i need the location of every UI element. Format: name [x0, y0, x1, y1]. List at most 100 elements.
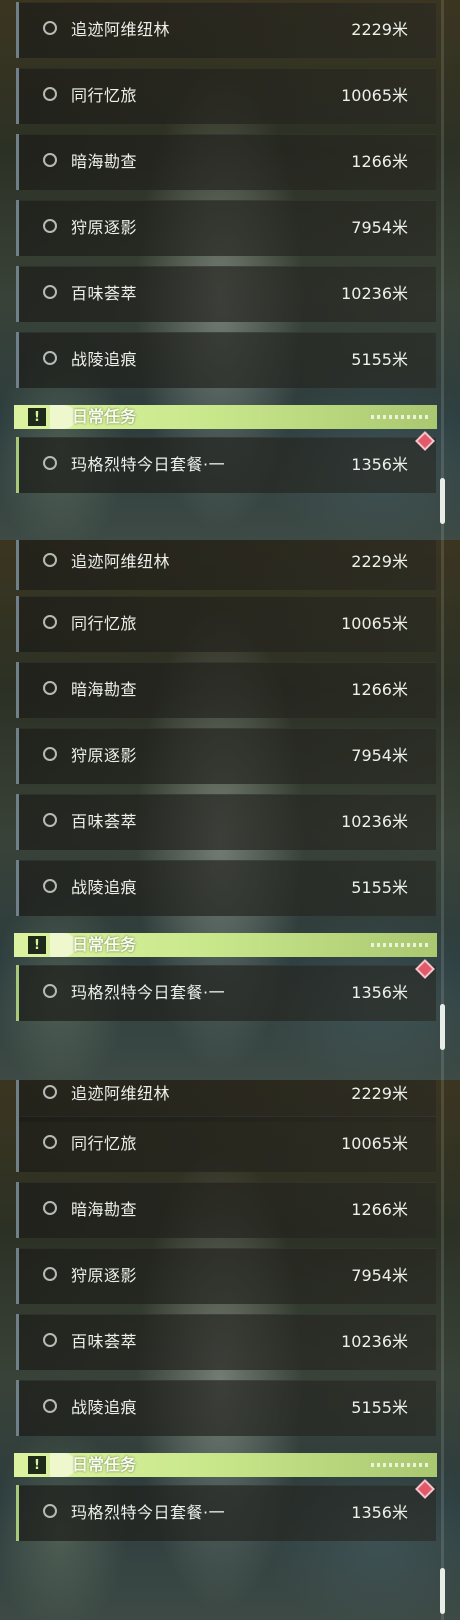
- quest-distance: 1356米: [351, 455, 408, 474]
- quest-distance: 2229米: [351, 20, 408, 39]
- daily-quests-title: 日常任务: [72, 1455, 137, 1474]
- quest-row[interactable]: 百味荟萃 10236米: [16, 266, 436, 322]
- radio-circle-icon[interactable]: [43, 21, 57, 35]
- quest-distance: 7954米: [351, 218, 408, 237]
- quest-row[interactable]: 狩原逐影 7954米: [16, 728, 436, 784]
- daily-quests-header[interactable]: ! 日常任务: [14, 933, 437, 957]
- quest-distance: 10065米: [341, 86, 408, 105]
- quest-row[interactable]: 狩原逐影 7954米: [16, 200, 436, 256]
- header-stripe-decoration: [371, 1463, 431, 1467]
- quest-name: 玛格烈特今日套餐·一: [71, 1503, 226, 1522]
- scrollbar-track[interactable]: [441, 540, 444, 1080]
- radio-circle-icon[interactable]: [43, 984, 57, 998]
- daily-quest-row[interactable]: 玛格烈特今日套餐·一 1356米: [16, 1479, 436, 1541]
- scrollbar-thumb[interactable]: [440, 1568, 445, 1614]
- radio-circle-icon[interactable]: [43, 456, 57, 470]
- radio-circle-icon[interactable]: [43, 813, 57, 827]
- daily-quests-title: 日常任务: [72, 407, 137, 426]
- radio-circle-icon[interactable]: [43, 747, 57, 761]
- quest-row[interactable]: 同行忆旅 10065米: [16, 68, 436, 124]
- quest-row[interactable]: 狩原逐影 7954米: [16, 1248, 436, 1304]
- quest-name: 同行忆旅: [71, 1134, 138, 1153]
- quest-list-panel: 追迹阿维纽林 2229米 同行忆旅 10065米 暗海勘查 1266米 狩原逐影…: [0, 0, 460, 540]
- scrollbar-track[interactable]: [441, 0, 444, 540]
- quest-row[interactable]: 暗海勘查 1266米: [16, 134, 436, 190]
- quest-name: 战陵追痕: [71, 878, 138, 897]
- quest-distance: 2229米: [351, 552, 408, 571]
- scrollbar-track[interactable]: [441, 1080, 444, 1620]
- radio-circle-icon[interactable]: [43, 615, 57, 629]
- quest-row[interactable]: 暗海勘查 1266米: [16, 662, 436, 718]
- quest-name: 同行忆旅: [71, 614, 138, 633]
- quest-distance: 1266米: [351, 680, 408, 699]
- quest-name: 狩原逐影: [71, 1266, 138, 1285]
- quest-distance: 7954米: [351, 746, 408, 765]
- quest-name: 暗海勘查: [71, 680, 138, 699]
- quest-distance: 10236米: [341, 812, 408, 831]
- quest-row[interactable]: 暗海勘查 1266米: [16, 1182, 436, 1238]
- daily-quest-row[interactable]: 玛格烈特今日套餐·一 1356米: [16, 959, 436, 1021]
- quest-name: 百味荟萃: [71, 284, 138, 303]
- diamond-marker-icon: [415, 959, 435, 979]
- quest-row[interactable]: 战陵追痕 5155米: [16, 332, 436, 388]
- radio-circle-icon[interactable]: [43, 553, 57, 567]
- radio-circle-icon[interactable]: [43, 1201, 57, 1215]
- scrollbar-thumb[interactable]: [440, 1004, 445, 1050]
- radio-circle-icon[interactable]: [43, 285, 57, 299]
- quest-list-panel: 追迹阿维纽林 2229米 同行忆旅 10065米 暗海勘查 1266米 狩原逐影…: [0, 540, 460, 1080]
- radio-circle-icon[interactable]: [43, 153, 57, 167]
- radio-circle-icon[interactable]: [43, 1267, 57, 1281]
- quest-distance: 10065米: [341, 1134, 408, 1153]
- quest-list-panel: 追迹阿维纽林 2229米 同行忆旅 10065米 暗海勘查 1266米 狩原逐影…: [0, 1080, 460, 1620]
- radio-circle-icon[interactable]: [43, 1333, 57, 1347]
- quest-name: 暗海勘查: [71, 152, 138, 171]
- quest-name: 狩原逐影: [71, 746, 138, 765]
- quest-row[interactable]: 百味荟萃 10236米: [16, 794, 436, 850]
- quest-distance: 1356米: [351, 983, 408, 1002]
- quest-row[interactable]: 同行忆旅 10065米: [16, 596, 436, 652]
- quest-name: 百味荟萃: [71, 1332, 138, 1351]
- quest-distance: 10236米: [341, 284, 408, 303]
- quest-distance: 7954米: [351, 1266, 408, 1285]
- quest-name: 同行忆旅: [71, 86, 138, 105]
- quest-distance: 1266米: [351, 1200, 408, 1219]
- radio-circle-icon[interactable]: [43, 1504, 57, 1518]
- quest-name: 暗海勘查: [71, 1200, 138, 1219]
- quest-name: 战陵追痕: [71, 350, 138, 369]
- radio-circle-icon[interactable]: [43, 681, 57, 695]
- daily-quest-row[interactable]: 玛格烈特今日套餐·一 1356米: [16, 431, 436, 493]
- exclamation-icon: !: [28, 1456, 46, 1474]
- quest-row[interactable]: 战陵追痕 5155米: [16, 1380, 436, 1436]
- radio-circle-icon[interactable]: [43, 219, 57, 233]
- diamond-marker-icon: [415, 431, 435, 451]
- radio-circle-icon[interactable]: [43, 1399, 57, 1413]
- radio-circle-icon[interactable]: [43, 1085, 57, 1099]
- quest-name: 追迹阿维纽林: [71, 552, 171, 571]
- quest-row[interactable]: 战陵追痕 5155米: [16, 860, 436, 916]
- scrollbar-thumb[interactable]: [440, 478, 445, 524]
- quest-name: 狩原逐影: [71, 218, 138, 237]
- daily-quests-header[interactable]: ! 日常任务: [14, 405, 437, 429]
- quest-distance: 1356米: [351, 1503, 408, 1522]
- radio-circle-icon[interactable]: [43, 879, 57, 893]
- quest-distance: 10236米: [341, 1332, 408, 1351]
- quest-name: 追迹阿维纽林: [71, 20, 171, 39]
- exclamation-icon: !: [28, 408, 46, 426]
- quest-distance: 10065米: [341, 614, 408, 633]
- diamond-marker-icon: [415, 1479, 435, 1499]
- exclamation-icon: !: [28, 936, 46, 954]
- radio-circle-icon[interactable]: [43, 351, 57, 365]
- quest-row[interactable]: 追迹阿维纽林 2229米: [16, 540, 436, 590]
- radio-circle-icon[interactable]: [43, 1135, 57, 1149]
- header-stripe-decoration: [371, 943, 431, 947]
- quest-name: 玛格烈特今日套餐·一: [71, 983, 226, 1002]
- quest-row[interactable]: 同行忆旅 10065米: [16, 1116, 436, 1172]
- quest-name: 百味荟萃: [71, 812, 138, 831]
- quest-distance: 5155米: [351, 350, 408, 369]
- quest-row[interactable]: 百味荟萃 10236米: [16, 1314, 436, 1370]
- radio-circle-icon[interactable]: [43, 87, 57, 101]
- daily-quests-header[interactable]: ! 日常任务: [14, 1453, 437, 1477]
- quest-distance: 5155米: [351, 878, 408, 897]
- quest-row[interactable]: 追迹阿维纽林 2229米: [16, 2, 436, 58]
- header-stripe-decoration: [371, 415, 431, 419]
